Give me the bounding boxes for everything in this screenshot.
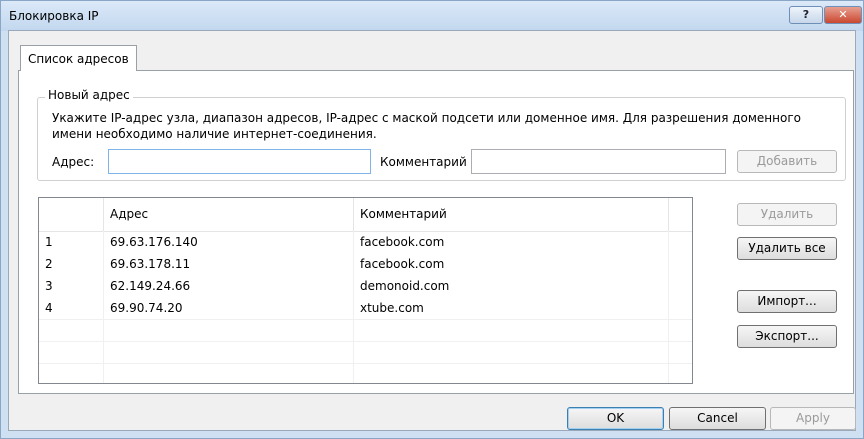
- table-row[interactable]: 1 69.63.176.140 facebook.com: [39, 231, 692, 253]
- row-number: 1: [45, 235, 53, 249]
- column-header-address[interactable]: Адрес: [104, 198, 354, 231]
- address-input[interactable]: [108, 149, 371, 174]
- list-header: Адрес Комментарий: [39, 198, 692, 232]
- table-row[interactable]: 2 69.63.178.11 facebook.com: [39, 253, 692, 275]
- row-comment: facebook.com: [360, 257, 445, 271]
- row-number: 4: [45, 301, 53, 315]
- address-label: Адрес:: [52, 155, 95, 169]
- title-bar[interactable]: Блокировка IP ? ✕: [1, 1, 863, 31]
- row-number: 2: [45, 257, 53, 271]
- table-row[interactable]: 4 69.90.74.20 xtube.com: [39, 297, 692, 319]
- help-button[interactable]: ?: [789, 6, 823, 24]
- column-header-comment[interactable]: Комментарий: [354, 198, 669, 231]
- new-address-group-title: Новый адрес: [45, 88, 133, 102]
- grid-line: [39, 319, 692, 320]
- row-comment: demonoid.com: [360, 279, 450, 293]
- close-button[interactable]: ✕: [824, 6, 862, 24]
- ok-button[interactable]: OK: [567, 407, 664, 430]
- new-address-description: Укажите IP-адрес узла, диапазон адресов,…: [52, 111, 801, 141]
- tab-address-list[interactable]: Список адресов: [20, 45, 137, 71]
- grid-line: [39, 363, 692, 364]
- delete-all-button[interactable]: Удалить все: [737, 237, 837, 260]
- comment-label: Комментарий: [380, 155, 467, 169]
- cancel-button[interactable]: Cancel: [669, 407, 766, 430]
- import-button[interactable]: Импорт...: [737, 290, 837, 313]
- add-button[interactable]: Добавить: [737, 150, 837, 173]
- row-number: 3: [45, 279, 53, 293]
- apply-button[interactable]: Apply: [770, 407, 856, 430]
- row-address: 69.63.178.11: [110, 257, 191, 271]
- column-header-number[interactable]: [39, 198, 104, 231]
- export-button[interactable]: Экспорт...: [737, 325, 837, 348]
- row-comment: xtube.com: [360, 301, 424, 315]
- row-address: 62.149.24.66: [110, 279, 191, 293]
- row-address: 69.63.176.140: [110, 235, 198, 249]
- window-title: Блокировка IP: [9, 9, 99, 23]
- delete-button[interactable]: Удалить: [737, 203, 837, 226]
- comment-input[interactable]: [471, 149, 726, 174]
- table-row[interactable]: 3 62.149.24.66 demonoid.com: [39, 275, 692, 297]
- grid-line: [39, 341, 692, 342]
- row-comment: facebook.com: [360, 235, 445, 249]
- row-address: 69.90.74.20: [110, 301, 183, 315]
- address-list[interactable]: Адрес Комментарий 1 69.63.176.140 facebo…: [38, 197, 693, 384]
